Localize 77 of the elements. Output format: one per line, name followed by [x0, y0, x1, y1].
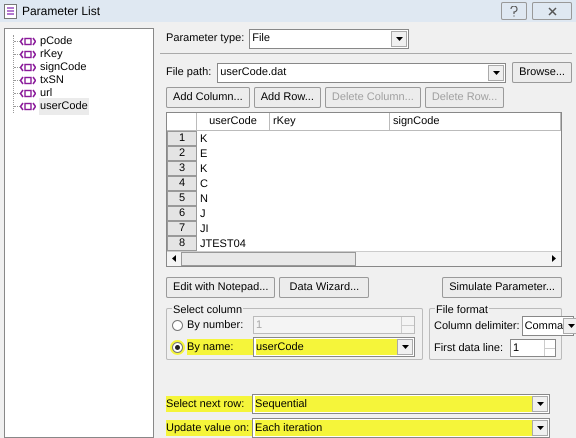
- caret-icon: [492, 70, 500, 74]
- help-icon: [510, 6, 518, 16]
- left-arrow-icon: [172, 255, 176, 262]
- tag-icon: [20, 50, 36, 59]
- dropdown-button[interactable]: [488, 64, 504, 80]
- help-button[interactable]: [501, 2, 527, 20]
- column-header: signCode: [390, 113, 561, 130]
- number-spinner[interactable]: 1: [510, 339, 556, 357]
- field-label: Update value on:: [166, 420, 252, 436]
- button[interactable]: Add Row...: [254, 87, 321, 108]
- field-label: Column delimiter:: [434, 318, 520, 334]
- highlighted-value: Each iteration: [255, 420, 532, 436]
- table-cell-text: E: [199, 146, 208, 160]
- caret-icon: [396, 36, 403, 40]
- dropdown-button[interactable]: [397, 339, 413, 355]
- highlighted-value: Sequential: [255, 396, 532, 412]
- tag-icon: [20, 63, 36, 72]
- highlighted-value: userCode.dat: [220, 65, 288, 80]
- button[interactable]: Browse...: [512, 62, 572, 83]
- table-cell-text: C: [199, 176, 209, 190]
- list-document-icon: [4, 4, 17, 18]
- table-cell-text: N: [199, 192, 209, 206]
- horizontal-scrollbar[interactable]: [167, 250, 561, 266]
- field-label: First data line:: [434, 340, 504, 356]
- dropdown-button[interactable]: [532, 420, 548, 436]
- table-cell-text: K: [199, 132, 208, 146]
- dropdown-button[interactable]: [563, 318, 576, 334]
- tag-icon: [20, 37, 36, 46]
- radio-label: By number:: [187, 318, 244, 333]
- button[interactable]: Edit with Notepad...: [166, 277, 276, 298]
- table-cell-text: J: [199, 206, 206, 220]
- caret-icon: [568, 324, 575, 328]
- table-cell-text: K: [199, 162, 208, 176]
- button[interactable]: Data Wizard...: [279, 277, 370, 298]
- column-name-dropdown[interactable]: userCode: [253, 337, 415, 357]
- field-label: Select next row:: [166, 396, 252, 412]
- right-arrow-icon: [552, 255, 556, 262]
- field-label: File path:: [166, 65, 212, 80]
- option-dropdown[interactable]: Sequential: [252, 394, 550, 414]
- field-label: Parameter type:: [166, 31, 244, 46]
- dropdown-button[interactable]: [391, 30, 408, 46]
- button[interactable]: Simulate Parameter...: [442, 277, 562, 298]
- column-header: rKey: [270, 113, 390, 130]
- caret-icon: [536, 426, 544, 430]
- row-number: 4: [167, 176, 197, 190]
- row-number: 1: [167, 130, 197, 146]
- file-path-field[interactable]: userCode.dat: [217, 62, 506, 82]
- dropdown-button[interactable]: [532, 396, 548, 412]
- delimiter-dropdown[interactable]: Comma: [522, 316, 574, 336]
- column-header: userCode: [197, 113, 270, 130]
- caret-icon: [402, 345, 408, 349]
- button[interactable]: Add Column...: [166, 87, 250, 108]
- tree-item[interactable]: userCode: [39, 98, 89, 115]
- table-cell-text: JI: [199, 222, 210, 236]
- row-number: 5: [167, 190, 197, 206]
- close-button[interactable]: [532, 2, 572, 20]
- option-dropdown[interactable]: Each iteration: [252, 418, 550, 438]
- radio-button[interactable]: [172, 320, 183, 330]
- radio-button[interactable]: [172, 342, 183, 352]
- row-number: 3: [167, 160, 197, 176]
- row-number: 2: [167, 146, 197, 160]
- highlighted-value: Comma: [524, 318, 564, 334]
- window-title: Parameter List: [22, 3, 100, 20]
- tag-icon: [20, 76, 36, 85]
- highlighted-value: userCode: [256, 338, 397, 356]
- scrollbar-thumb[interactable]: [181, 252, 356, 266]
- highlighted-value: File: [252, 31, 271, 46]
- parameter-type-dropdown[interactable]: File: [249, 28, 410, 48]
- table-cell-text: JTEST04: [199, 236, 247, 250]
- row-number: 7: [167, 220, 197, 236]
- radio-label: By name:: [187, 338, 253, 356]
- row-number: 6: [167, 206, 197, 220]
- close-icon: [548, 6, 556, 16]
- tag-icon: [20, 89, 36, 98]
- tag-icon: [20, 102, 36, 111]
- row-number: 8: [167, 236, 197, 250]
- caret-icon: [536, 402, 544, 406]
